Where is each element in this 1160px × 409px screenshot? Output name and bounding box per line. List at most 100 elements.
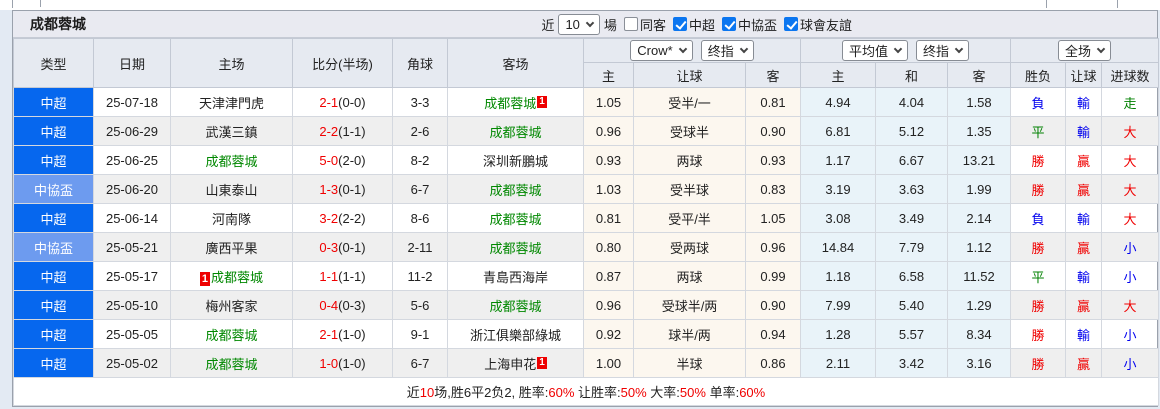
crow-company-select[interactable]: Crow* xyxy=(630,40,693,61)
away-team-cell: 成都蓉城 xyxy=(447,174,584,204)
team-name: 成都蓉城 xyxy=(489,182,542,198)
avg-away-cell: 1.12 xyxy=(947,232,1011,262)
handicap-result-cell: 輸 xyxy=(1065,203,1102,233)
team-name: 浙江俱樂部綠城 xyxy=(469,327,561,343)
summary-segment: 场,胜6平2负2, 胜率: xyxy=(434,385,549,400)
goals-result-cell: 小 xyxy=(1101,232,1159,262)
summary-bar: 近10场,胜6平2负2, 胜率:60% 让胜率:50% 大率:50% 单率:60… xyxy=(13,377,1159,406)
away-team-cell: 成都蓉城 1 xyxy=(447,87,584,117)
result-cell: 勝 xyxy=(1010,174,1066,204)
scope-select[interactable]: 全场 xyxy=(1057,40,1111,61)
full-time-score: 0-3 xyxy=(319,239,339,255)
summary-segment: 60% xyxy=(548,385,575,400)
handicap-result-cell: 贏 xyxy=(1065,290,1102,320)
match-row: 中超 25-06-29 武漢三鎮 2-2(1-1) 2-6 成都蓉城 0.96 … xyxy=(13,116,1159,146)
avg-away-cell: 2.14 xyxy=(947,203,1011,233)
league-type-cell: 中超 xyxy=(13,203,94,233)
score-cell: 2-2(1-1) xyxy=(292,116,393,146)
crow-company-value: Crow* xyxy=(637,43,673,58)
subcol-odds-handicap: 让球 xyxy=(633,62,746,88)
home-team-cell: 梅州客家 xyxy=(170,290,293,320)
handicap-cell: 球半/两 xyxy=(633,319,746,349)
team-recent-matches-panel: 成都蓉城 近 10 場 同客 中超 中協盃 球會友誼 类型 日期 主场 比分(半… xyxy=(12,10,1159,407)
filter-club-friendly[interactable]: 球會友誼 xyxy=(783,15,852,34)
away-odds-cell: 0.96 xyxy=(745,232,801,262)
result-cell: 平 xyxy=(1010,116,1066,146)
score-cell: 0-3(0-1) xyxy=(292,232,393,262)
team-name: 成都蓉城 xyxy=(205,327,258,343)
col-header-home: 主场 xyxy=(170,38,293,88)
avg-away-cell: 13.21 xyxy=(947,145,1011,175)
recent-count-select[interactable]: 10 xyxy=(558,13,600,35)
chevron-down-icon xyxy=(678,44,687,54)
away-team-cell: 浙江俱樂部綠城 xyxy=(447,319,584,349)
home-odds-cell: 0.80 xyxy=(583,232,634,262)
avg-away-cell: 11.52 xyxy=(947,261,1011,291)
red-card-badge: 1 xyxy=(537,356,547,369)
away-odds-cell: 0.86 xyxy=(745,348,801,378)
half-time-score: (1-1) xyxy=(338,123,366,139)
half-time-score: (0-3) xyxy=(338,297,366,313)
goals-result-cell: 小 xyxy=(1101,261,1159,291)
match-table-body: 中超 25-07-18 天津津門虎 2-1(0-0) 3-3 成都蓉城 1 1.0… xyxy=(13,87,1159,378)
away-team-cell: 上海申花 1 xyxy=(447,348,584,378)
avg-home-cell: 3.19 xyxy=(800,174,876,204)
summary-segment: 大率: xyxy=(646,385,680,400)
team-name: 成都蓉城 xyxy=(489,124,542,140)
score-cell: 0-4(0-3) xyxy=(292,290,393,320)
scope-group-header: 全场 xyxy=(1010,38,1159,63)
goals-result-cell: 大 xyxy=(1101,174,1159,204)
match-date-cell: 25-06-20 xyxy=(93,174,171,204)
col-header-corners: 角球 xyxy=(392,38,448,88)
team-name: 成都蓉城 xyxy=(484,95,537,111)
corners-cell: 2-6 xyxy=(392,116,448,146)
home-odds-cell: 1.05 xyxy=(583,87,634,117)
half-time-score: (1-0) xyxy=(338,355,366,371)
handicap-cell: 受半/一 xyxy=(633,87,746,117)
match-row: 中超 25-05-17 1 成都蓉城 1-1(1-1) 11-2 青島西海岸 0.… xyxy=(13,261,1159,291)
away-odds-cell: 0.81 xyxy=(745,87,801,117)
avg-source-select[interactable]: 平均值 xyxy=(841,40,908,61)
full-time-score: 2-1 xyxy=(319,326,339,342)
home-team-cell: 山東泰山 xyxy=(170,174,293,204)
filter-same-away[interactable]: 同客 xyxy=(623,15,666,34)
checkbox-icon[interactable] xyxy=(783,17,798,31)
summary-segment: 50% xyxy=(620,385,647,400)
checkbox-icon[interactable] xyxy=(672,17,687,31)
avg-away-cell: 8.34 xyxy=(947,319,1011,349)
top-border-fragment xyxy=(40,0,41,7)
filter-super-league[interactable]: 中超 xyxy=(672,15,715,34)
corners-cell: 11-2 xyxy=(392,261,448,291)
recent-matches-table: 类型 日期 主场 比分(半场) 角球 客场 Crow* 终指 平均值 终指 全场… xyxy=(13,38,1159,406)
checkbox-icon[interactable] xyxy=(623,17,638,31)
league-type-cell: 中超 xyxy=(13,87,94,117)
checkbox-icon[interactable] xyxy=(721,17,736,31)
handicap-result-cell: 贏 xyxy=(1065,145,1102,175)
home-odds-cell: 0.81 xyxy=(583,203,634,233)
handicap-result-cell: 贏 xyxy=(1065,174,1102,204)
half-time-score: (0-1) xyxy=(338,239,366,255)
summary-segment: 10 xyxy=(419,385,435,400)
avg-draw-cell: 7.79 xyxy=(875,232,948,262)
team-name: 成都蓉城 xyxy=(489,211,542,227)
avg-away-cell: 1.29 xyxy=(947,290,1011,320)
avg-draw-cell: 5.40 xyxy=(875,290,948,320)
handicap-result-cell: 贏 xyxy=(1065,232,1102,262)
panel-title-bar: 成都蓉城 近 10 場 同客 中超 中協盃 球會友誼 xyxy=(13,11,1157,38)
away-odds-cell: 0.93 xyxy=(745,145,801,175)
match-date-cell: 25-05-21 xyxy=(93,232,171,262)
filter-fa-cup[interactable]: 中協盃 xyxy=(721,15,777,34)
away-team-cell: 成都蓉城 xyxy=(447,116,584,146)
home-team-cell: 河南隊 xyxy=(170,203,293,233)
league-type-cell: 中超 xyxy=(13,116,94,146)
crow-index-select[interactable]: 终指 xyxy=(700,40,754,61)
chevron-down-icon xyxy=(739,44,748,54)
league-type-cell: 中超 xyxy=(13,145,94,175)
avg-index-select[interactable]: 终指 xyxy=(916,40,970,61)
result-cell: 勝 xyxy=(1010,319,1066,349)
match-row: 中協盃 25-06-20 山東泰山 1-3(0-1) 6-7 成都蓉城 1.03… xyxy=(13,174,1159,204)
half-time-score: (2-2) xyxy=(338,210,366,226)
top-border-fragment xyxy=(12,0,13,8)
team-name: 成都蓉城 xyxy=(211,269,264,285)
corners-cell: 9-1 xyxy=(392,319,448,349)
